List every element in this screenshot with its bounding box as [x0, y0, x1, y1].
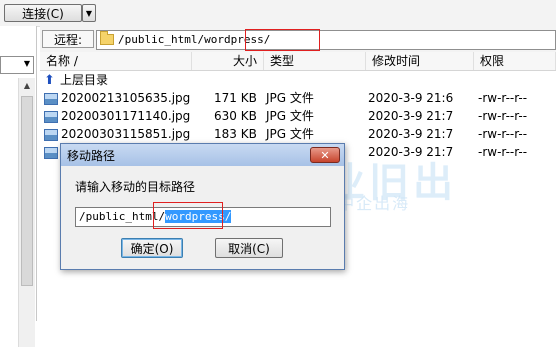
close-icon[interactable]: ✕	[310, 147, 340, 163]
file-permissions: -rw-r--r--	[478, 109, 528, 123]
file-size: 171 KB	[214, 91, 257, 105]
file-permissions: -rw-r--r--	[478, 127, 528, 141]
file-type: JPG 文件	[266, 91, 314, 105]
remote-label: 远程:	[42, 30, 94, 48]
file-list-header: 名称 / 大小 类型 修改时间 权限	[40, 52, 556, 71]
chevron-down-icon: ▼	[23, 59, 30, 68]
jpg-file-icon	[44, 146, 58, 159]
up-folder-icon: ⬆	[44, 72, 55, 88]
input-highlight-box	[153, 202, 223, 229]
jpg-file-icon	[44, 110, 58, 123]
folder-icon	[100, 31, 114, 45]
move-path-dialog: 移动路径 ✕ 请输入移动的目标路径 /public_html/wordpress…	[60, 143, 345, 270]
file-type: JPG 文件	[266, 109, 314, 123]
file-name: 20200301171140.jpg	[61, 109, 191, 123]
file-type: JPG 文件	[266, 127, 314, 141]
column-name[interactable]: 名称 /	[40, 52, 192, 70]
file-name: 20200303115851.jpg	[61, 127, 191, 141]
jpg-file-icon	[44, 92, 58, 105]
cancel-button[interactable]: 取消(C)	[215, 238, 283, 258]
local-scrollbar[interactable]: ▲	[18, 78, 35, 347]
top-toolbar: 连接(C) ▼	[0, 0, 556, 27]
file-permissions: -rw-r--r--	[478, 145, 528, 159]
list-item[interactable]: ⬆ 上层目录	[40, 71, 556, 89]
dialog-titlebar[interactable]: 移动路径 ✕	[61, 144, 344, 166]
file-modified: 2020-3-9 21:7	[368, 109, 454, 123]
local-pane: ▼ ▲	[0, 26, 37, 347]
remote-path-bar: 远程: /public_html/wordpress/	[40, 26, 556, 52]
connect-button[interactable]: 连接(C)	[4, 4, 82, 22]
file-modified: 2020-3-9 21:7	[368, 145, 454, 159]
file-size: 630 KB	[214, 109, 257, 123]
column-modified[interactable]: 修改时间	[366, 52, 474, 70]
list-item[interactable]: 20200303115851.jpg 183 KB JPG 文件 2020-3-…	[40, 125, 556, 143]
scroll-thumb[interactable]	[21, 96, 33, 286]
scroll-up-icon[interactable]: ▲	[19, 78, 35, 94]
column-permissions[interactable]: 权限	[474, 52, 556, 70]
file-modified: 2020-3-9 21:6	[368, 91, 454, 105]
dialog-prompt: 请输入移动的目标路径	[75, 180, 196, 194]
remote-path-field[interactable]: /public_html/wordpress/	[96, 29, 556, 51]
column-size[interactable]: 大小	[192, 52, 264, 70]
file-modified: 2020-3-9 21:7	[368, 127, 454, 141]
file-name: 20200213105635.jpg	[61, 91, 191, 105]
file-permissions: -rw-r--r--	[478, 91, 528, 105]
ok-button[interactable]: 确定(O)	[121, 238, 183, 258]
connect-dropdown-icon[interactable]: ▼	[82, 4, 96, 22]
jpg-file-icon	[44, 128, 58, 141]
list-item[interactable]: 20200213105635.jpg 171 KB JPG 文件 2020-3-…	[40, 89, 556, 107]
column-type[interactable]: 类型	[264, 52, 366, 70]
file-name: 上层目录	[60, 73, 109, 87]
dialog-title: 移动路径	[67, 149, 116, 163]
path-highlight-box	[245, 29, 320, 51]
file-size: 183 KB	[214, 127, 257, 141]
local-path-dropdown[interactable]: ▼	[0, 56, 34, 74]
list-item[interactable]: 20200301171140.jpg 630 KB JPG 文件 2020-3-…	[40, 107, 556, 125]
